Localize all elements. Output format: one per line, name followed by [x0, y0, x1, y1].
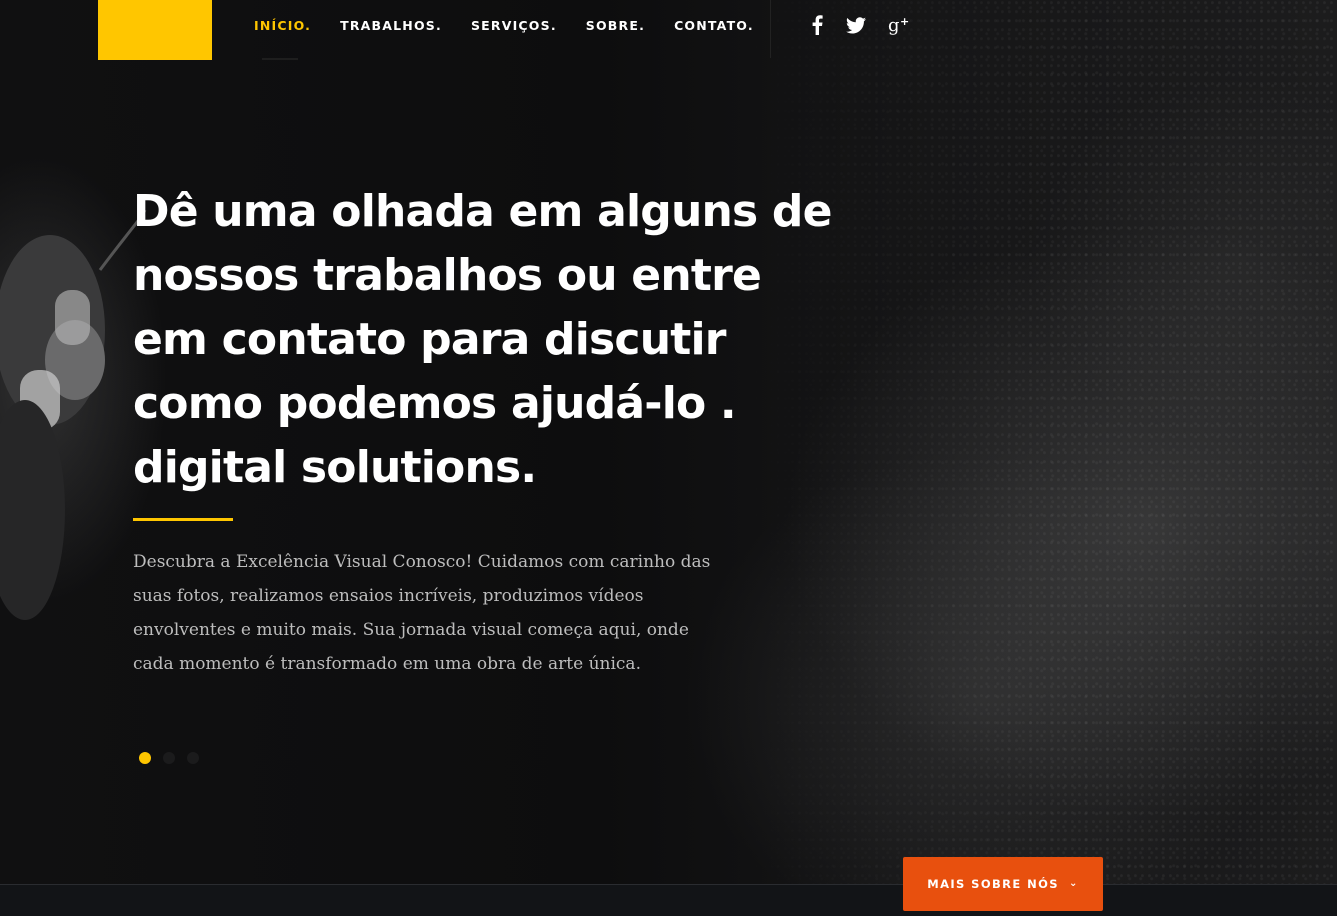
nav-item-servicos[interactable]: SERVIÇOS.	[471, 18, 557, 33]
nav-item-trabalhos[interactable]: TRABALHOS.	[340, 18, 442, 33]
headline-accent-line	[133, 518, 233, 521]
google-plus-icon: g +	[888, 15, 909, 35]
facebook-link[interactable]	[804, 12, 830, 38]
nav-item-inicio[interactable]: INÍCIO.	[254, 18, 311, 33]
svg-text:g: g	[888, 15, 900, 35]
nav-active-underline	[262, 58, 298, 60]
nav-item-contato[interactable]: CONTATO.	[674, 18, 754, 33]
nav-item-sobre[interactable]: SOBRE.	[586, 18, 645, 33]
logo[interactable]	[98, 0, 212, 60]
bottom-bar	[0, 884, 1337, 916]
nav-divider	[770, 0, 771, 58]
diver-silhouette	[0, 210, 147, 620]
slider-dot-1[interactable]	[139, 752, 151, 764]
more-about-us-label: MAIS SOBRE NÓS	[927, 877, 1059, 891]
slider-dot-2[interactable]	[163, 752, 175, 764]
facebook-icon	[812, 15, 823, 35]
twitter-icon	[846, 16, 866, 33]
hero-headline: Dê uma olhada em alguns de nossos trabal…	[133, 186, 832, 493]
hero-description: Descubra a Excelência Visual Conosco! Cu…	[133, 552, 711, 674]
slider-pagination	[139, 752, 199, 764]
hero-section: INÍCIO. TRABALHOS. SERVIÇOS. SOBRE. CONT…	[0, 0, 1337, 884]
twitter-link[interactable]	[843, 12, 869, 38]
svg-text:+: +	[900, 15, 909, 28]
chevron-down-icon: ⌄	[1068, 877, 1079, 889]
slider-dot-3[interactable]	[187, 752, 199, 764]
main-nav: INÍCIO. TRABALHOS. SERVIÇOS. SOBRE. CONT…	[254, 18, 783, 33]
google-plus-link[interactable]: g +	[886, 12, 912, 38]
more-about-us-button[interactable]: MAIS SOBRE NÓS ⌄	[903, 857, 1103, 911]
